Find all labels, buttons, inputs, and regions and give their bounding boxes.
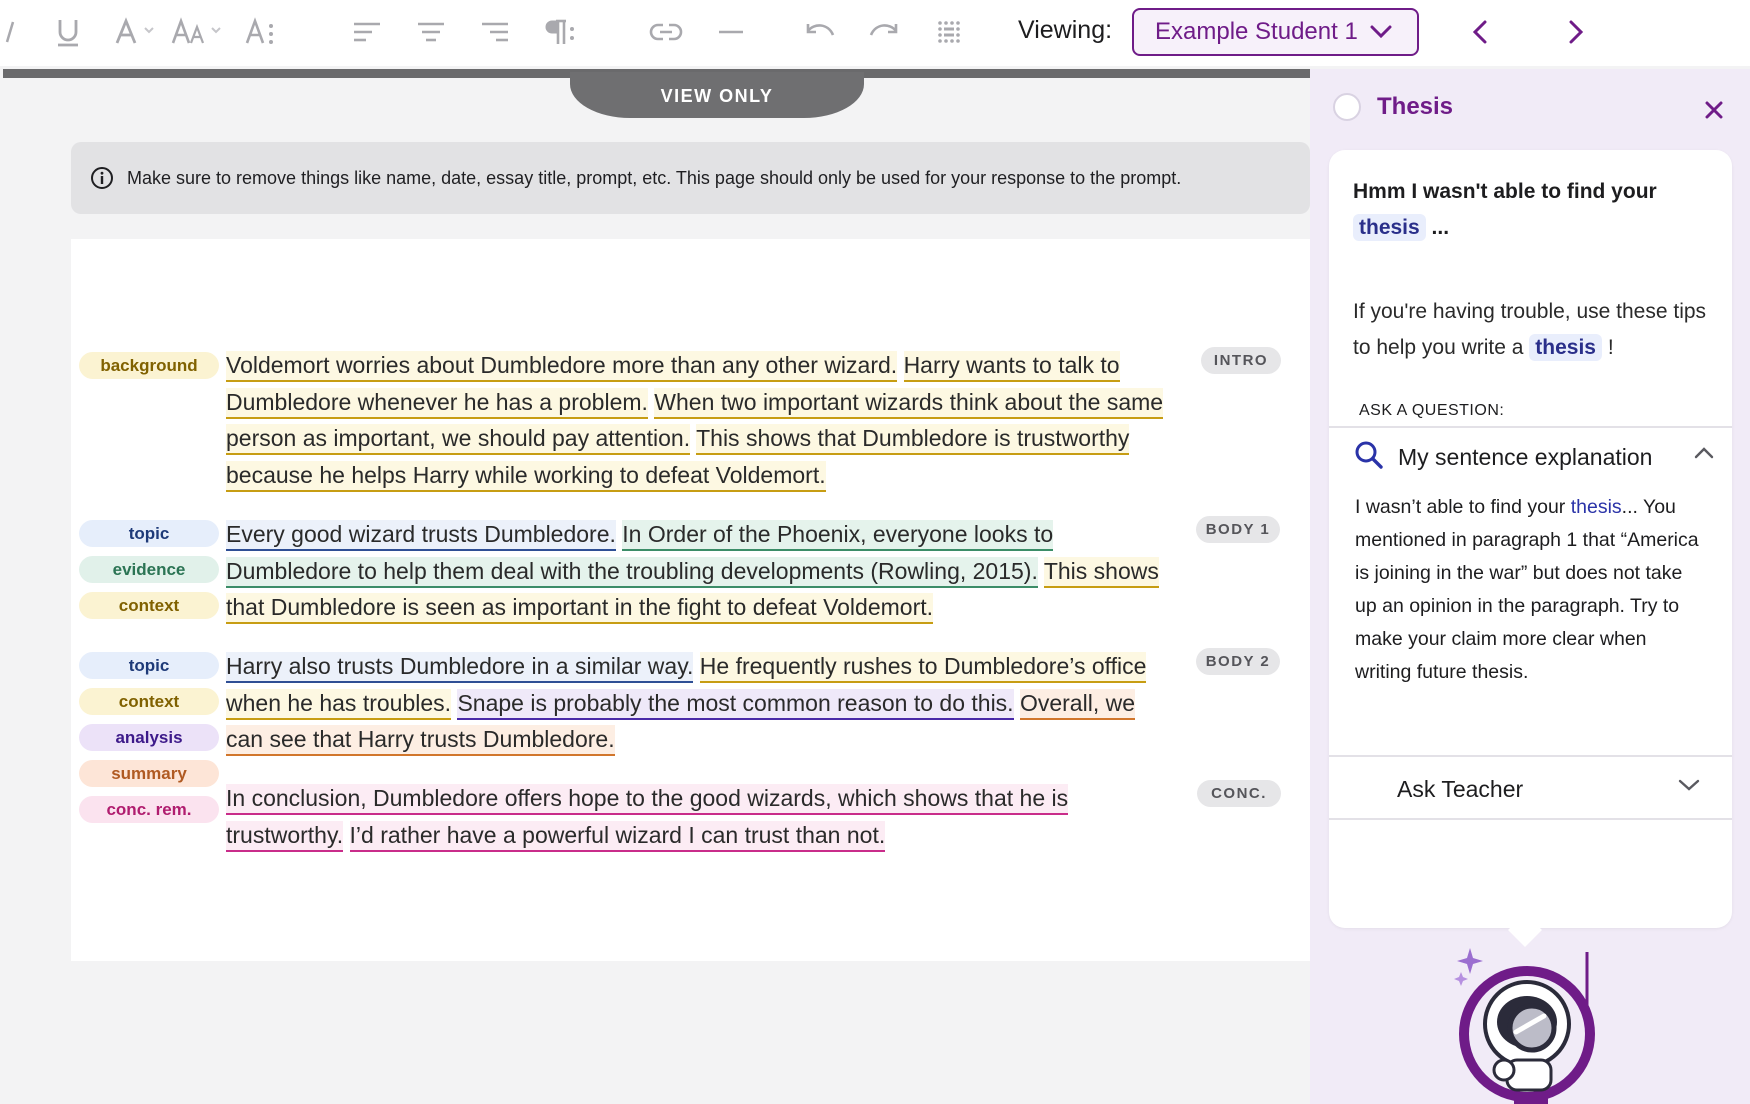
- view-only-badge: VIEW ONLY: [570, 72, 864, 118]
- divider: [1329, 426, 1732, 428]
- tag-conclusion-remark: conc. rem.: [79, 796, 219, 823]
- redo-icon[interactable]: [866, 12, 902, 52]
- explanation-start: I wasn’t able to find your: [1355, 496, 1566, 518]
- tag-background: background: [79, 352, 219, 379]
- question-label: My sentence explanation: [1398, 443, 1653, 470]
- chevron-down-icon[interactable]: [1678, 778, 1700, 797]
- section-badge-body-2: BODY 2: [1196, 648, 1280, 675]
- sentence[interactable]: Harry also trusts Dumbledore in a simila…: [226, 652, 694, 683]
- paragraph-intro: Voldemort worries about Dumbledore more …: [226, 347, 1166, 493]
- explanation-text: I wasn’t able to find your thesis... You…: [1355, 491, 1700, 689]
- chevron-right-icon: [1569, 20, 1584, 44]
- student-select-value: Example Student 1: [1155, 18, 1358, 45]
- link-icon[interactable]: [648, 12, 684, 52]
- section-badge-intro: INTRO: [1201, 347, 1281, 374]
- tag-context: context: [79, 592, 219, 619]
- underline-icon[interactable]: [50, 12, 86, 52]
- chevron-up-icon: [1694, 446, 1714, 465]
- feedback-heading-text: Hmm I wasn't able to find your: [1353, 180, 1657, 203]
- paragraph-conclusion: In conclusion, Dumbledore offers hope to…: [226, 780, 1166, 853]
- question-accordion[interactable]: My sentence explanation: [1354, 440, 1714, 474]
- feedback-tip-end: !: [1607, 336, 1614, 359]
- viewing-label: Viewing:: [1018, 16, 1113, 44]
- search-icon: [1354, 440, 1384, 475]
- align-center-icon[interactable]: [414, 12, 448, 52]
- feedback-heading-ellipsis: ...: [1431, 216, 1450, 239]
- feedback-heading: Hmm I wasn't able to find your thesis ..…: [1353, 174, 1713, 246]
- thesis-keyword: thesis: [1570, 496, 1622, 518]
- paragraph-body-1: Every good wizard trusts Dumbledore. In …: [226, 516, 1166, 626]
- paragraph-body-2: Harry also trusts Dumbledore in a simila…: [226, 648, 1166, 758]
- chevron-down-icon: [1370, 18, 1392, 46]
- panel-header: Thesis: [1333, 93, 1453, 121]
- notice-banner: Make sure to remove things like name, da…: [71, 142, 1310, 214]
- font-size-icon[interactable]: [171, 12, 227, 52]
- info-icon: [90, 166, 114, 190]
- tag-topic: topic: [79, 520, 219, 547]
- tag-evidence: evidence: [79, 556, 219, 583]
- divider: [1329, 755, 1732, 757]
- divider: [1329, 818, 1732, 820]
- thesis-radio[interactable]: [1333, 93, 1361, 121]
- font-color-icon[interactable]: [112, 12, 160, 52]
- ask-question-label: ASK A QUESTION:: [1359, 402, 1505, 419]
- tag-topic: topic: [79, 652, 219, 679]
- sentence[interactable]: I’d rather have a powerful wizard I can …: [349, 820, 886, 852]
- tag-context: context: [79, 688, 219, 715]
- section-badge-conclusion: CONC.: [1197, 780, 1281, 807]
- ask-teacher-button[interactable]: Ask Teacher: [1397, 776, 1523, 803]
- notice-text: Make sure to remove things like name, da…: [127, 167, 1182, 188]
- align-right-icon[interactable]: [478, 12, 512, 52]
- previous-student-button[interactable]: [1462, 14, 1498, 50]
- astronaut-mascot-icon: [1452, 942, 1602, 1104]
- student-select[interactable]: Example Student 1: [1132, 8, 1419, 56]
- sentence[interactable]: Snape is probably the most common reason…: [457, 688, 1014, 720]
- next-student-button[interactable]: [1558, 14, 1594, 50]
- close-icon[interactable]: [1700, 96, 1728, 124]
- sentence[interactable]: Every good wizard trusts Dumbledore.: [226, 520, 616, 551]
- panel-title: Thesis: [1377, 93, 1454, 120]
- thesis-keyword-chip: thesis: [1529, 334, 1602, 361]
- formatting-toolbar: Viewing: Example Student 1: [0, 0, 1750, 66]
- horizontal-rule-icon[interactable]: [714, 12, 748, 52]
- italic-icon[interactable]: [0, 12, 20, 52]
- tag-analysis: analysis: [79, 724, 219, 751]
- thesis-keyword-chip: thesis: [1353, 214, 1426, 241]
- sentence[interactable]: Voldemort worries about Dumbledore more …: [226, 351, 898, 382]
- section-badge-body-1: BODY 1: [1196, 516, 1280, 543]
- tag-summary: summary: [79, 760, 219, 787]
- line-spacing-icon[interactable]: [244, 12, 278, 52]
- paragraph-icon[interactable]: [543, 12, 577, 52]
- undo-icon[interactable]: [802, 12, 838, 52]
- chevron-left-icon: [1472, 20, 1487, 44]
- align-left-icon[interactable]: [350, 12, 384, 52]
- explanation-rest: ... You mentioned in paragraph 1 that “A…: [1355, 496, 1699, 683]
- feedback-tip: If you're having trouble, use these tips…: [1353, 294, 1713, 366]
- table-icon[interactable]: [932, 12, 966, 52]
